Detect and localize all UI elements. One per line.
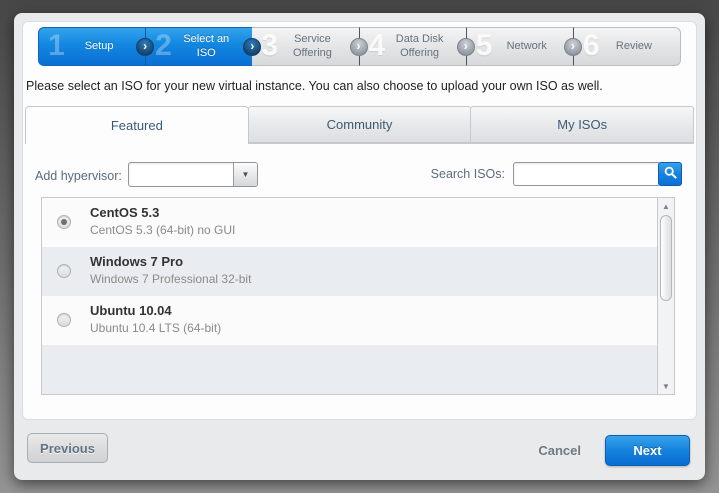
iso-title: Ubuntu 10.04 (90, 303, 674, 318)
chevron-right-icon: › (564, 38, 582, 56)
chevron-right-icon: › (350, 38, 368, 56)
step-label: Select an ISO (173, 33, 239, 59)
search-isos-label: Search ISOs: (431, 167, 505, 181)
add-hypervisor-label: Add hypervisor: (35, 169, 122, 183)
step-label: Data Disk Offering (387, 33, 453, 59)
previous-button[interactable]: Previous (27, 433, 108, 463)
chevron-right-icon: › (457, 38, 475, 56)
wizard-step-bar: 1 Setup › 2 Select an ISO › 3 Service Of… (38, 27, 681, 66)
tab-community[interactable]: Community (248, 106, 472, 143)
list-item-centos[interactable]: CentOS 5.3 CentOS 5.3 (64-bit) no GUI (42, 198, 674, 247)
caret-up-icon: ▲ (662, 202, 670, 211)
cancel-button[interactable]: Cancel (538, 443, 581, 458)
footer-actions: Cancel Next (538, 435, 690, 466)
magnifier-icon (664, 166, 677, 182)
next-button[interactable]: Next (605, 435, 690, 466)
instance-wizard-dialog: 1 Setup › 2 Select an ISO › 3 Service Of… (14, 13, 705, 480)
step-label: Review (616, 40, 652, 53)
step-number: 4 (369, 29, 386, 63)
list-item-ubuntu[interactable]: Ubuntu 10.04 Ubuntu 10.4 LTS (64-bit) (42, 296, 674, 345)
scroll-up-button[interactable]: ▲ (658, 198, 674, 214)
iso-description: CentOS 5.3 (64-bit) no GUI (90, 223, 674, 237)
wizard-step-data-disk-offering: 4 Data Disk Offering › (359, 27, 466, 66)
tab-my-isos[interactable]: My ISOs (470, 106, 694, 143)
iso-tabs: Featured Community My ISOs (25, 106, 694, 144)
wizard-step-select-iso: 2 Select an ISO › (145, 27, 252, 66)
step-number: 1 (48, 29, 65, 63)
hypervisor-select[interactable]: ▼ (128, 162, 258, 187)
caret-down-icon[interactable]: ▼ (233, 163, 257, 186)
instruction-text: Please select an ISO for your new virtua… (26, 79, 603, 93)
list-scrollbar[interactable]: ▲ ▼ (657, 198, 674, 394)
search-button[interactable] (658, 162, 682, 186)
wizard-step-setup: 1 Setup › (38, 27, 145, 66)
list-item-windows[interactable]: Windows 7 Pro Windows 7 Professional 32-… (42, 247, 674, 296)
wizard-step-service-offering: 3 Service Offering › (252, 27, 358, 66)
overlay-background: 1 Setup › 2 Select an ISO › 3 Service Of… (0, 0, 719, 493)
iso-description: Ubuntu 10.4 LTS (64-bit) (90, 321, 674, 335)
chevron-right-icon: › (136, 38, 154, 56)
list-filler-row (42, 345, 674, 394)
step-label: Network (507, 40, 547, 53)
wizard-body-panel: 1 Setup › 2 Select an ISO › 3 Service Of… (22, 21, 697, 420)
wizard-step-network: 5 Network › (466, 27, 573, 66)
caret-down-icon: ▼ (662, 382, 670, 391)
step-label: Setup (85, 40, 114, 53)
radio-button[interactable] (57, 215, 71, 229)
step-number: 2 (155, 29, 172, 63)
search-group: Search ISOs: (431, 162, 682, 186)
wizard-step-review: 6 Review (573, 27, 681, 66)
step-number: 5 (476, 29, 493, 63)
step-label: Service Offering (279, 33, 345, 59)
radio-button[interactable] (57, 264, 71, 278)
step-number: 6 (583, 29, 600, 63)
iso-list: CentOS 5.3 CentOS 5.3 (64-bit) no GUI Wi… (41, 197, 675, 395)
search-input[interactable] (513, 162, 659, 186)
scroll-down-button[interactable]: ▼ (658, 378, 674, 394)
radio-button[interactable] (57, 313, 71, 327)
chevron-right-icon: › (243, 38, 261, 56)
iso-title: CentOS 5.3 (90, 205, 674, 220)
step-number: 3 (261, 29, 278, 63)
iso-description: Windows 7 Professional 32-bit (90, 272, 674, 286)
tab-featured[interactable]: Featured (25, 106, 249, 144)
scrollbar-thumb[interactable] (660, 215, 672, 301)
iso-title: Windows 7 Pro (90, 254, 674, 269)
